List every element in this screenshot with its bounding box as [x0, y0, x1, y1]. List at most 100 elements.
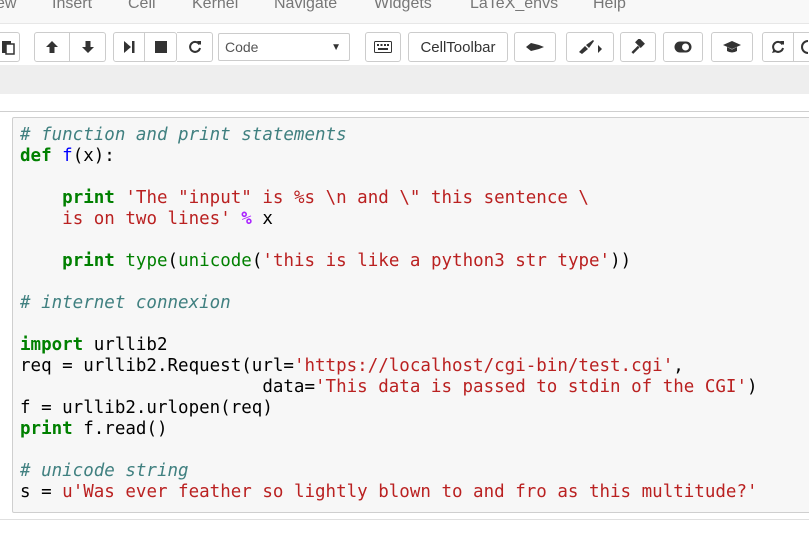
move-down-button[interactable]: [70, 32, 106, 62]
code-token: u'Was ever feather so lightly blown to a…: [62, 482, 758, 502]
code-token: ): [747, 377, 758, 397]
partial-icon: [800, 40, 809, 54]
code-line: is on two lines' % x: [20, 209, 758, 230]
menu-view[interactable]: ew: [0, 0, 16, 13]
highlighter-button[interactable]: [566, 32, 614, 62]
code-token: urllib2: [83, 335, 168, 355]
code-token: (x):: [72, 146, 115, 166]
code-line: print type(unicode('this is like a pytho…: [20, 251, 758, 272]
code-token: print: [20, 419, 73, 439]
code-editor[interactable]: # function and print statements def f(x):…: [20, 125, 758, 503]
menu-insert[interactable]: Insert: [52, 0, 92, 13]
move-up-button[interactable]: [34, 32, 70, 62]
toolbar: Code ▼ CellToolbar: [0, 24, 809, 94]
code-token: 'this is like a python3 str type': [262, 251, 611, 271]
menu-help[interactable]: Help: [593, 0, 626, 13]
run-next-button[interactable]: [113, 32, 145, 62]
code-line: print f.read(): [20, 419, 758, 440]
keyboard-icon: [374, 41, 392, 53]
code-token: ,: [673, 356, 684, 376]
code-token: is on two lines': [62, 209, 231, 229]
menu-kernel[interactable]: Kernel: [192, 0, 238, 13]
menu-widgets[interactable]: Widgets: [374, 0, 432, 13]
code-token: %: [241, 209, 252, 229]
code-token: (: [167, 251, 179, 271]
gavel-icon: [630, 39, 646, 55]
code-token: import: [20, 335, 84, 355]
code-token: 'The "input" is %s \n and \" this senten…: [125, 188, 589, 208]
plane-icon: [525, 41, 545, 53]
code-line: def f(x):: [20, 146, 758, 167]
code-token: print: [62, 251, 115, 271]
code-token: def: [20, 146, 52, 166]
celltoolbar-label: CellToolbar: [420, 38, 496, 56]
menu-latex-envs[interactable]: LaTeX_envs: [470, 0, 558, 13]
toggle-icon: [674, 41, 692, 53]
reload-button[interactable]: [762, 32, 794, 62]
graduation-cap-button[interactable]: [711, 32, 753, 62]
refresh-icon: [771, 40, 785, 54]
cell-type-value: Code: [225, 39, 259, 55]
code-token: 'https://localhost/cgi-bin/test.cgi': [293, 356, 674, 376]
code-line: # function and print statements: [20, 125, 758, 146]
paste-button[interactable]: [0, 32, 20, 62]
stop-icon: [154, 41, 167, 53]
restart-kernel-button[interactable]: [177, 32, 213, 62]
code-line: data='This data is passed to stdin of th…: [20, 377, 758, 398]
cell-type-select[interactable]: Code ▼: [218, 33, 350, 61]
code-token: f.read(): [72, 419, 168, 439]
code-line: # unicode string: [20, 461, 758, 482]
refresh-icon: [188, 40, 202, 54]
code-token: )): [610, 251, 632, 271]
arrow-up-icon: [45, 40, 59, 54]
code-token: data=: [20, 377, 316, 397]
extra-toolbar-button[interactable]: [794, 32, 809, 62]
caret-down-icon: ▼: [331, 42, 341, 53]
command-palette-button[interactable]: [365, 32, 401, 62]
code-token: 'This data is passed to stdin of the CGI…: [315, 377, 747, 397]
menu-navigate[interactable]: Navigate: [274, 0, 337, 13]
code-token: # unicode string: [20, 461, 189, 481]
code-line: s = u'Was ever feather so lightly blown …: [20, 482, 758, 503]
code-token: unicode: [178, 251, 252, 271]
toggle-button[interactable]: [663, 32, 703, 62]
interrupt-kernel-button[interactable]: [145, 32, 177, 62]
code-token: f: [62, 146, 73, 166]
arrow-down-icon: [81, 40, 95, 54]
code-line: print 'The "input" is %s \n and \" this …: [20, 188, 758, 209]
celltoolbar-button[interactable]: CellToolbar: [408, 32, 508, 62]
hammer-button[interactable]: [620, 32, 656, 62]
graduation-cap-icon: [722, 40, 742, 54]
code-token: req = urllib2.Request(url=: [20, 356, 294, 376]
code-line: req = urllib2.Request(url='https://local…: [20, 356, 758, 377]
rocket-button[interactable]: [514, 32, 556, 62]
step-forward-icon: [122, 40, 136, 54]
bottom-divider: [0, 519, 809, 520]
code-token: s =: [20, 482, 63, 502]
code-line: f = urllib2.urlopen(req): [20, 398, 758, 419]
code-line: # internet connexion: [20, 293, 758, 314]
code-token: (: [251, 251, 263, 271]
code-token: type: [125, 251, 168, 271]
menu-cell[interactable]: Cell: [128, 0, 156, 13]
code-token: # internet connexion: [20, 293, 231, 313]
code-token: # function and print statements: [20, 125, 347, 145]
header-divider: [0, 111, 809, 112]
menubar: ew Insert Cell Kernel Navigate Widgets L…: [0, 0, 809, 24]
code-token: f = urllib2.urlopen(req): [20, 398, 273, 418]
code-line: import urllib2: [20, 335, 758, 356]
toolbar-shadow-band: [0, 65, 809, 94]
paste-icon: [1, 39, 15, 55]
